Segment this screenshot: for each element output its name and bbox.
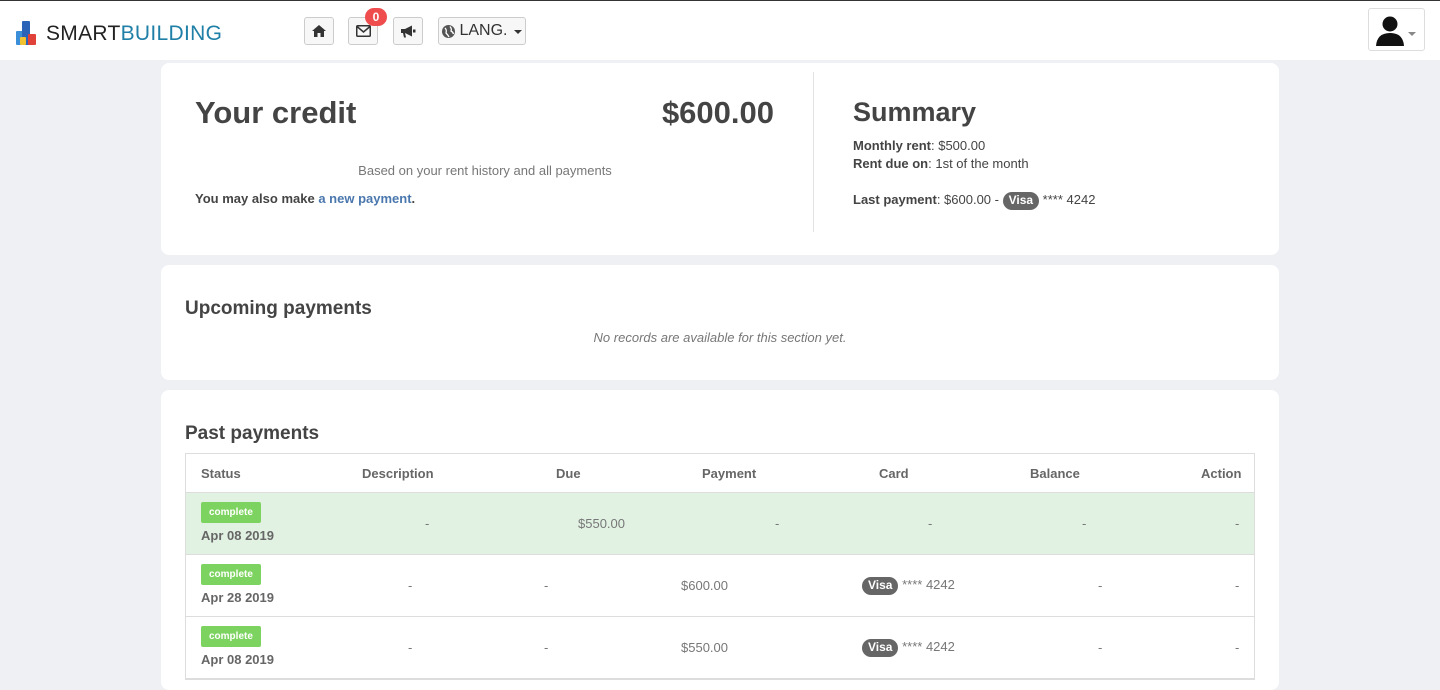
past-title: Past payments [185, 423, 320, 444]
user-menu-button[interactable] [1368, 8, 1425, 51]
cell-card: Visa **** 4242 [862, 639, 955, 657]
row-date: Apr 08 2019 [201, 652, 274, 667]
globe-icon [442, 24, 456, 38]
home-button[interactable] [304, 17, 334, 45]
top-navbar: SMARTBUILDING 0 LANG. [0, 0, 1440, 60]
language-label: LANG. [459, 22, 508, 39]
mail-count-badge: 0 [365, 8, 387, 26]
new-payment-text: You may also make a new payment. [195, 191, 416, 206]
envelope-icon [355, 25, 371, 37]
cell-balance: - [1082, 516, 1087, 531]
cell-payment: $600.00 [681, 578, 728, 593]
col-action[interactable]: Action [1201, 466, 1241, 481]
row-date: Apr 08 2019 [201, 528, 274, 543]
announcements-button[interactable] [393, 17, 423, 45]
divider [813, 72, 814, 232]
monthly-rent: Monthly rent: $500.00 [853, 138, 986, 153]
row-date: Apr 28 2019 [201, 590, 274, 605]
cell-description: - [425, 516, 430, 531]
table-header: Status Description Due Payment Card Bala… [186, 454, 1254, 493]
empty-message: No records are available for this sectio… [593, 330, 847, 345]
col-card[interactable]: Card [879, 466, 909, 481]
cell-balance: - [1098, 578, 1103, 593]
avatar-icon [1376, 16, 1404, 46]
status-badge: complete [201, 502, 261, 523]
bullhorn-icon [401, 25, 416, 37]
status-badge: complete [201, 626, 261, 647]
logo-text: SMARTBUILDING [46, 22, 223, 45]
cell-payment: - [775, 516, 780, 531]
language-dropdown[interactable]: LANG. [438, 17, 526, 45]
chevron-down-icon [1408, 32, 1416, 36]
cell-card: - [928, 516, 933, 531]
col-payment[interactable]: Payment [702, 466, 756, 481]
visa-badge: Visa [862, 639, 899, 657]
credit-note: Based on your rent history and all payme… [358, 163, 612, 178]
cell-due: $550.00 [578, 516, 625, 531]
past-payments-panel: Past payments Status Description Due Pay… [161, 390, 1279, 690]
cell-action[interactable]: - [1235, 578, 1239, 593]
new-payment-link[interactable]: a new payment [318, 191, 411, 206]
col-due[interactable]: Due [556, 466, 581, 481]
cell-due: - [544, 578, 549, 593]
visa-badge: Visa [1002, 192, 1040, 210]
table-row[interactable]: complete Apr 08 2019 - $550.00 - - - - [186, 493, 1254, 555]
col-balance[interactable]: Balance [1030, 466, 1080, 481]
visa-badge: Visa [862, 577, 899, 595]
cell-card: Visa **** 4242 [862, 577, 955, 595]
credit-panel: Your credit $600.00 Based on your rent h… [161, 63, 1279, 255]
rent-due: Rent due on: 1st of the month [853, 156, 1029, 171]
logo-mark-icon [16, 21, 40, 45]
cell-description: - [408, 640, 413, 655]
col-description[interactable]: Description [362, 466, 434, 481]
col-status[interactable]: Status [201, 466, 241, 481]
upcoming-payments-panel: Upcoming payments No records are availab… [161, 265, 1279, 380]
chevron-down-icon [513, 30, 522, 34]
cell-description: - [408, 578, 413, 593]
home-icon [312, 25, 326, 37]
cell-payment: $550.00 [681, 640, 728, 655]
cell-due: - [544, 640, 549, 655]
summary-title: Summary [853, 97, 977, 127]
cell-action[interactable]: - [1235, 516, 1239, 531]
cell-action[interactable]: - [1235, 640, 1239, 655]
table-row[interactable]: complete Apr 28 2019 - - $600.00 Visa **… [186, 555, 1254, 617]
status-badge: complete [201, 564, 261, 585]
cell-balance: - [1098, 640, 1103, 655]
credit-amount: $600.00 [661, 95, 774, 130]
credit-title: Your credit [195, 95, 357, 130]
logo[interactable]: SMARTBUILDING [16, 17, 222, 45]
last-payment: Last payment: $600.00 - Visa **** 4242 [853, 192, 1095, 210]
upcoming-title: Upcoming payments [185, 298, 372, 319]
table-row[interactable]: complete Apr 08 2019 - - $550.00 Visa **… [186, 617, 1254, 679]
past-payments-table: Status Description Due Payment Card Bala… [185, 453, 1255, 680]
